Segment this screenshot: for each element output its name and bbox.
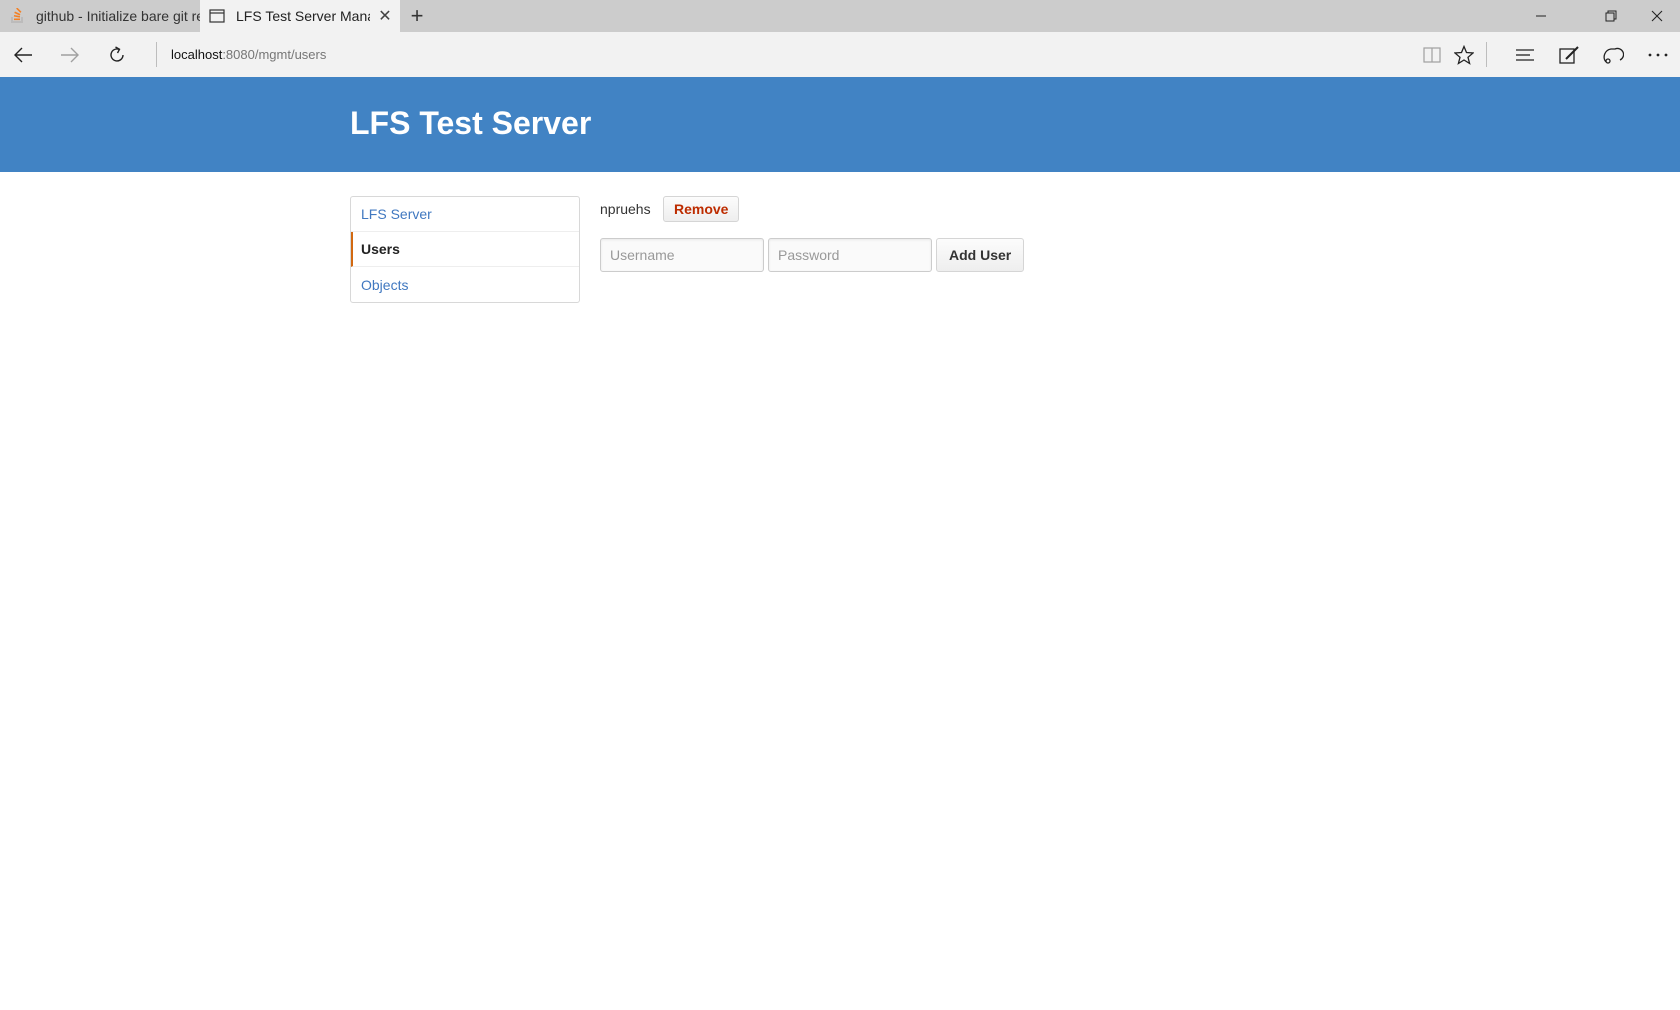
address-separator bbox=[156, 42, 157, 67]
address-bar[interactable]: localhost:8080/mgmt/users bbox=[171, 32, 326, 77]
remove-user-button[interactable]: Remove bbox=[663, 196, 740, 222]
more-icon[interactable] bbox=[1638, 32, 1678, 77]
page-header: LFS Test Server bbox=[0, 77, 1680, 172]
password-input[interactable] bbox=[768, 238, 932, 272]
close-window-icon[interactable] bbox=[1634, 0, 1680, 32]
tab-lfs-server[interactable]: LFS Test Server Manage ✕ bbox=[200, 0, 400, 32]
address-path: :8080/mgmt/users bbox=[222, 47, 327, 62]
new-tab-icon[interactable]: + bbox=[402, 0, 432, 32]
restore-icon[interactable] bbox=[1588, 0, 1634, 32]
close-tab-icon[interactable]: ✕ bbox=[370, 6, 400, 26]
favorite-star-icon[interactable] bbox=[1444, 32, 1484, 77]
stackoverflow-icon bbox=[8, 7, 26, 25]
tab-title: github - Initialize bare git re bbox=[36, 8, 200, 24]
add-user-button[interactable]: Add User bbox=[936, 238, 1025, 272]
toolbar-separator bbox=[1486, 42, 1487, 67]
sidebar-item-users[interactable]: Users bbox=[351, 232, 579, 267]
tab-title: LFS Test Server Manage bbox=[236, 8, 370, 24]
tab-github-question[interactable]: github - Initialize bare git re bbox=[0, 0, 200, 32]
page-icon bbox=[208, 7, 226, 25]
address-host: localhost bbox=[171, 47, 223, 62]
minimize-icon[interactable] bbox=[1518, 0, 1564, 32]
page-title: LFS Test Server bbox=[350, 105, 592, 141]
tab-bar: github - Initialize bare git re LFS Test… bbox=[0, 0, 1680, 32]
share-icon[interactable] bbox=[1593, 32, 1633, 77]
sidebar-menu: LFS Server Users Objects bbox=[350, 196, 580, 303]
browser-toolbar: localhost:8080/mgmt/users bbox=[0, 32, 1680, 77]
hub-icon[interactable] bbox=[1505, 32, 1545, 77]
back-icon[interactable] bbox=[0, 32, 46, 77]
sidebar-item-objects[interactable]: Objects bbox=[351, 267, 579, 302]
web-note-icon[interactable] bbox=[1549, 32, 1589, 77]
user-name: npruehs bbox=[600, 201, 651, 217]
user-row: npruehs Remove bbox=[600, 196, 740, 222]
forward-icon[interactable] bbox=[47, 32, 93, 77]
username-input[interactable] bbox=[600, 238, 764, 272]
refresh-icon[interactable] bbox=[94, 32, 140, 77]
sidebar-item-lfs-server[interactable]: LFS Server bbox=[351, 197, 579, 232]
add-user-form: Add User bbox=[600, 238, 1025, 272]
